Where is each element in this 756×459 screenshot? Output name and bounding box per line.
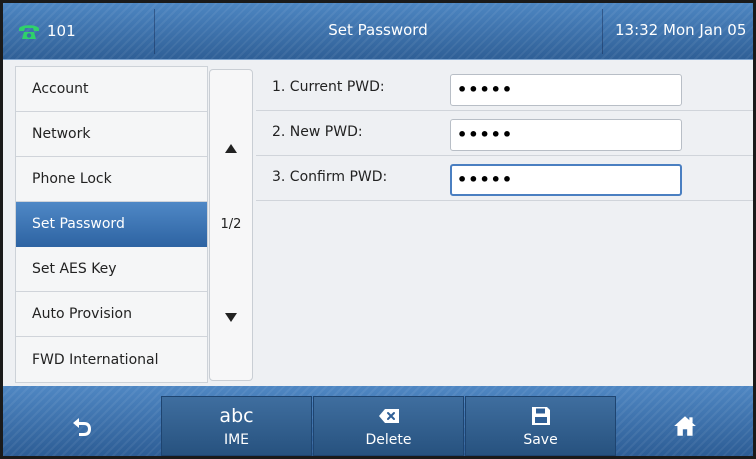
password-form: 1. Current PWD: ••••• 2. New PWD: ••••• … [256,66,753,383]
menu-item-set-password[interactable]: Set Password [16,202,207,247]
softkey-bar: abc IME Delete Save [3,386,753,456]
home-icon [674,416,696,436]
current-pwd-row: 1. Current PWD: ••••• [256,66,753,111]
phone-handset-icon [19,25,39,39]
menu-item-label: Auto Provision [32,306,132,322]
home-button[interactable] [617,396,753,456]
status-bar-edge [3,59,753,60]
menu-item-network[interactable]: Network [16,112,207,157]
back-button[interactable] [3,396,160,456]
phone-screen: 101 Set Password 13:32 Mon Jan 05 Accoun… [0,0,756,459]
page-indicator: 1/2 [220,217,242,232]
ime-glyph: abc [219,405,254,427]
delete-button[interactable]: Delete [313,396,464,456]
confirm-pwd-label: 3. Confirm PWD: [272,169,388,185]
status-bar: 101 Set Password 13:32 Mon Jan 05 [3,3,753,60]
new-pwd-label: 2. New PWD: [272,124,363,140]
back-arrow-icon [72,418,91,436]
menu-item-label: Phone Lock [32,171,112,187]
menu-item-label: Account [32,81,89,97]
current-pwd-label: 1. Current PWD: [272,79,385,95]
menu-scrollbar[interactable]: 1/2 [209,69,253,381]
line-indicator: 101 [17,19,76,43]
settings-menu: Account Network Phone Lock Set Password … [15,66,208,383]
arrow-down-icon[interactable] [225,313,237,322]
menu-item-label: FWD International [32,351,159,368]
menu-item-label: Set Password [32,216,125,232]
delete-label: Delete [365,432,412,448]
confirm-pwd-row: 3. Confirm PWD: ••••• [256,156,753,201]
backspace-icon [378,409,399,423]
confirm-pwd-input[interactable]: ••••• [450,164,682,196]
menu-item-label: Network [32,126,91,142]
ime-button[interactable]: abc IME [161,396,312,456]
new-pwd-input[interactable]: ••••• [450,119,682,151]
ime-label: IME [223,432,250,448]
new-pwd-row: 2. New PWD: ••••• [256,111,753,156]
save-label: Save [523,432,558,448]
menu-item-auto-provision[interactable]: Auto Provision [16,292,207,337]
menu-item-phone-lock[interactable]: Phone Lock [16,157,207,202]
menu-item-label: Set AES Key [32,261,117,277]
menu-item-account[interactable]: Account [16,67,207,112]
floppy-disk-icon [531,407,550,425]
screen-title: Set Password [328,21,428,39]
menu-item-fwd-international[interactable]: FWD International [16,337,207,382]
arrow-up-icon[interactable] [225,144,237,153]
status-divider [602,9,603,54]
save-button[interactable]: Save [465,396,616,456]
clock: 13:32 Mon Jan 05 [615,21,747,39]
current-pwd-input[interactable]: ••••• [450,74,682,106]
line-number: 101 [47,22,76,40]
menu-item-set-aes-key[interactable]: Set AES Key [16,247,207,292]
